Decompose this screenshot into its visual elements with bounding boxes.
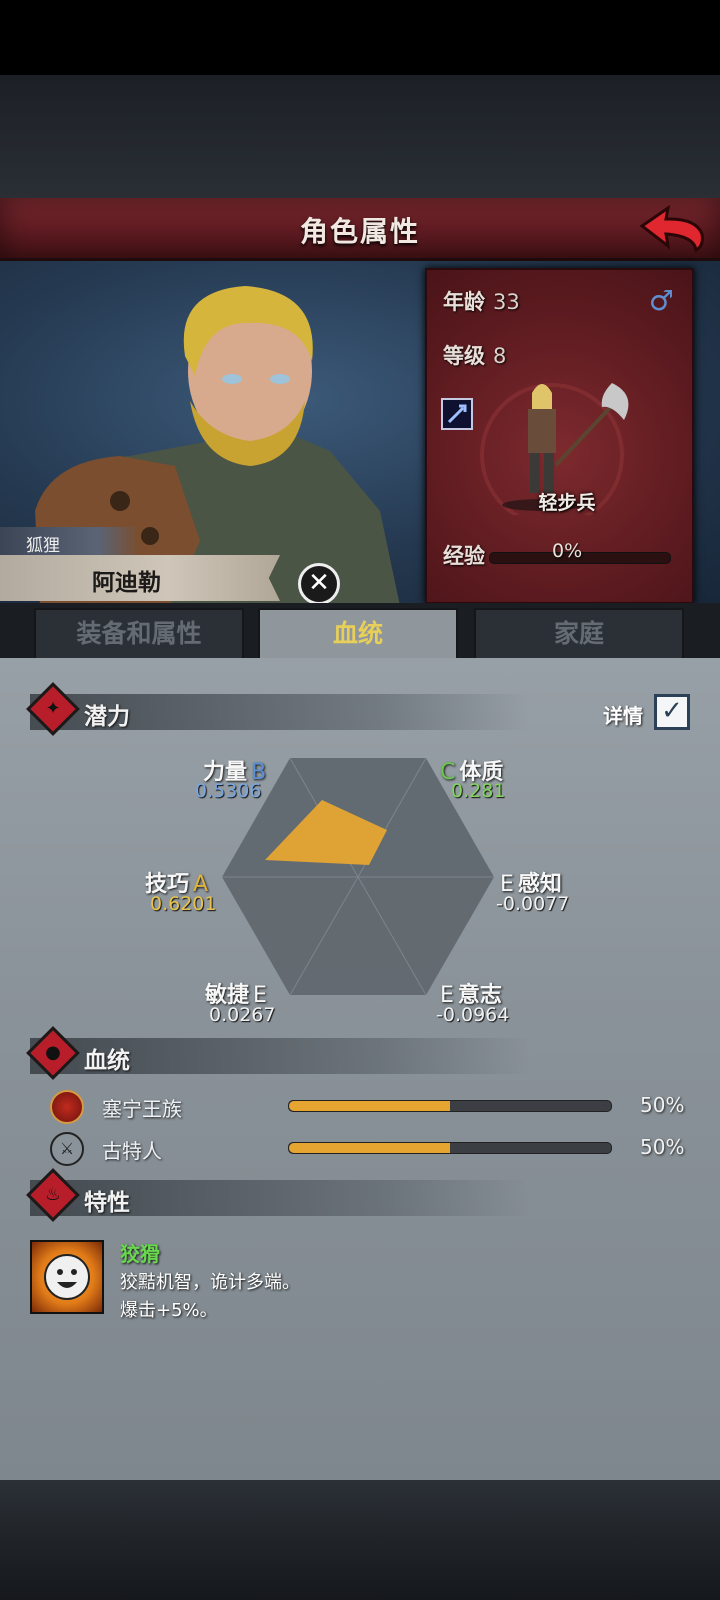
potential-radar-chart	[222, 757, 494, 996]
male-symbol-icon: ♂	[648, 284, 674, 317]
stat-will-value: -0.0964	[436, 1004, 510, 1026]
stat-agility-value: 0.0267	[209, 1004, 276, 1026]
close-icon: ✕	[308, 568, 330, 598]
traits-section-header: ♨ 特性	[26, 1168, 530, 1222]
royal-crest-icon	[50, 1090, 84, 1124]
age-label: 年龄	[443, 290, 485, 314]
exp-label: 经验	[443, 544, 485, 568]
smiley-face-icon	[44, 1254, 90, 1300]
stat-strength-value: 0.5306	[195, 780, 262, 802]
character-tag-plate: 狐狸	[0, 527, 140, 556]
lineage-name: 塞宁王族	[102, 1097, 182, 1121]
age-value: 33	[493, 290, 520, 314]
tab-equipment-attributes[interactable]: 装备和属性	[34, 608, 244, 660]
character-name-plate: 阿迪勒	[0, 555, 280, 601]
stat-perception-value: -0.0077	[496, 893, 570, 915]
lineage-percent: 50%	[640, 1135, 685, 1159]
trait-description: 狡黠机智，诡计多端。	[120, 1272, 300, 1293]
checkmark-icon: ✓	[661, 696, 683, 726]
character-name: 阿迪勒	[92, 570, 161, 596]
lineage-item[interactable]: 塞宁王族 50%	[50, 1090, 690, 1124]
weapon-skill-icon[interactable]	[441, 398, 473, 430]
stat-constitution-value: 0.281	[451, 780, 506, 802]
unit-type-label: 轻步兵	[538, 492, 596, 514]
trait-effect: 爆击+5%。	[120, 1300, 218, 1321]
back-arrow-icon	[639, 204, 704, 253]
sword-icon	[447, 404, 467, 424]
back-button[interactable]	[638, 204, 706, 254]
status-bar	[0, 0, 720, 75]
detail-checkbox[interactable]: ✓	[654, 694, 690, 730]
tab-family[interactable]: 家庭	[474, 608, 684, 660]
exp-value: 0%	[552, 540, 583, 562]
crossed-axes-icon: ⚔	[50, 1132, 84, 1166]
page-title: 角色属性	[299, 215, 420, 248]
lineage-title: 血统	[84, 1048, 130, 1074]
lineage-bar	[288, 1142, 612, 1154]
lineage-bar	[288, 1100, 612, 1112]
lineage-item[interactable]: ⚔ 古特人 50%	[50, 1132, 690, 1166]
lineage-name: 古特人	[102, 1139, 162, 1163]
lineage-section-header: ● 血统	[26, 1026, 530, 1080]
cunning-trait-icon[interactable]	[30, 1240, 104, 1314]
dismiss-button[interactable]: ✕	[298, 563, 340, 605]
detail-label: 详情	[603, 704, 643, 728]
title-bar: 角色属性	[0, 198, 720, 261]
traits-title: 特性	[84, 1190, 130, 1216]
tab-lineage[interactable]: 血统	[258, 608, 458, 662]
lineage-percent: 50%	[640, 1093, 685, 1117]
age-row: 年龄 33	[443, 286, 520, 316]
character-info-panel: 年龄 33 ♂ 等级 8 轻步兵 经验 0%	[425, 268, 694, 604]
top-backdrop	[0, 75, 720, 198]
stat-skill-value: 0.6201	[150, 893, 217, 915]
potential-section-header: ✦ 潜力	[26, 682, 530, 736]
potential-title: 潜力	[84, 704, 130, 730]
character-tag: 狐狸	[26, 536, 60, 556]
trait-name: 狡猾	[120, 1242, 160, 1266]
bottom-backdrop	[0, 1480, 720, 1600]
tab-bar: 装备和属性 血统 家庭	[0, 603, 720, 662]
